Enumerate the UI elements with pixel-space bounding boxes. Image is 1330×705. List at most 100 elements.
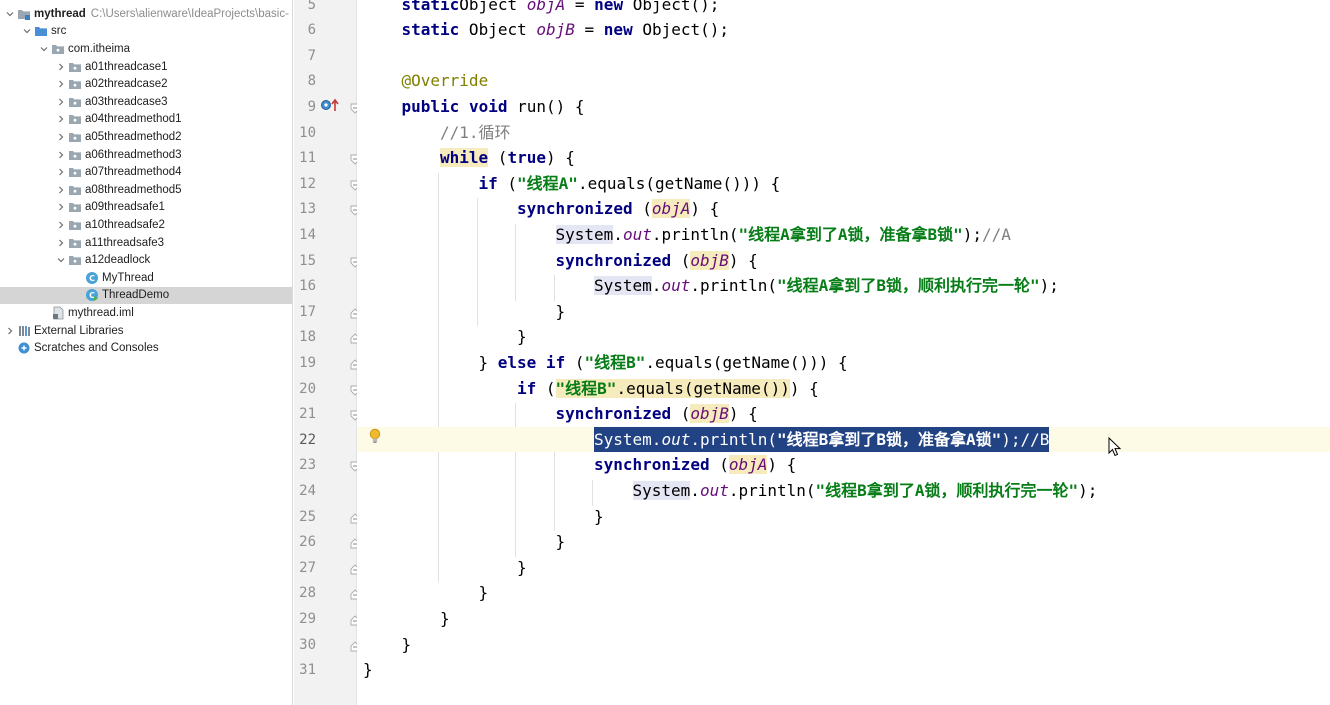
tree-item-a04threadmethod1[interactable]: a04threadmethod1 — [0, 111, 292, 129]
code-line-7[interactable] — [357, 43, 1330, 69]
line-number[interactable]: 8 — [294, 71, 316, 91]
tree-item-a08threadmethod5[interactable]: a08threadmethod5 — [0, 181, 292, 199]
tree-item-a02threadcase2[interactable]: a02threadcase2 — [0, 75, 292, 93]
code-line-6[interactable]: static Object objB = new Object(); — [357, 17, 1330, 43]
code-line-23[interactable]: synchronized (objA) { — [357, 452, 1330, 478]
line-number[interactable]: 12 — [294, 174, 316, 194]
line-number[interactable]: 22 — [294, 430, 316, 450]
tree-item-a10threadsafe2[interactable]: a10threadsafe2 — [0, 216, 292, 234]
code-line-19[interactable]: } else if ("线程B".equals(getName())) { — [357, 350, 1330, 376]
code-line-11[interactable]: while (true) { — [357, 145, 1330, 171]
code-line-21[interactable]: synchronized (objB) { — [357, 401, 1330, 427]
tree-item-a11threadsafe3[interactable]: a11threadsafe3 — [0, 234, 292, 252]
tree-item-a09threadsafe1[interactable]: a09threadsafe1 — [0, 199, 292, 217]
tree-item-a03threadcase3[interactable]: a03threadcase3 — [0, 93, 292, 111]
chevron-right-icon[interactable] — [54, 60, 68, 74]
code-line-22[interactable]: System.out.println("线程B拿到了B锁，准备拿A锁");//B — [357, 426, 1330, 453]
code-line-29[interactable]: } — [357, 606, 1330, 632]
line-number[interactable]: 27 — [294, 558, 316, 578]
code-line-31[interactable]: } — [357, 657, 1330, 683]
override-run-icon[interactable] — [320, 97, 340, 113]
line-number[interactable]: 5 — [294, 0, 316, 15]
line-number[interactable]: 26 — [294, 532, 316, 552]
code-line-27[interactable]: } — [357, 555, 1330, 581]
line-number[interactable]: 21 — [294, 404, 316, 424]
code-token: Object — [459, 20, 537, 40]
code-line-20[interactable]: if ("线程B".equals(getName())) { — [357, 376, 1330, 402]
tree-item-external-libraries[interactable]: External Libraries — [0, 322, 292, 340]
chevron-right-icon[interactable] — [54, 218, 68, 232]
line-number[interactable]: 9 — [294, 97, 316, 117]
chevron-right-icon[interactable] — [54, 236, 68, 250]
line-number[interactable]: 23 — [294, 455, 316, 475]
chevron-down-icon[interactable] — [3, 7, 17, 21]
code-line-28[interactable]: } — [357, 580, 1330, 606]
chevron-right-icon[interactable] — [54, 183, 68, 197]
line-number[interactable]: 6 — [294, 20, 316, 40]
tree-item-a12deadlock[interactable]: a12deadlock — [0, 251, 292, 269]
line-number[interactable]: 18 — [294, 327, 316, 347]
code-line-14[interactable]: System.out.println("线程A拿到了A锁，准备拿B锁");//A — [357, 222, 1330, 248]
code-token: new — [594, 0, 624, 14]
tree-item-mythread-iml[interactable]: mythread.iml — [0, 304, 292, 322]
tree-item-a01threadcase1[interactable]: a01threadcase1 — [0, 58, 292, 76]
chevron-right-icon[interactable] — [54, 112, 68, 126]
line-number[interactable]: 20 — [294, 379, 316, 399]
code-text: System.out.println("线程A拿到了A锁，准备拿B锁");//A — [555, 222, 1011, 248]
line-number[interactable]: 19 — [294, 353, 316, 373]
chevron-right-icon[interactable] — [3, 324, 17, 338]
chevron-right-icon[interactable] — [54, 95, 68, 109]
line-number[interactable]: 28 — [294, 583, 316, 603]
code-line-25[interactable]: } — [357, 504, 1330, 530]
line-number[interactable]: 10 — [294, 123, 316, 143]
code-line-17[interactable]: } — [357, 299, 1330, 325]
package-icon — [68, 112, 82, 126]
tree-item-com-itheima[interactable]: com.itheima — [0, 40, 292, 58]
chevron-right-icon[interactable] — [54, 130, 68, 144]
code-line-9[interactable]: public void run() { — [357, 94, 1330, 120]
tree-item-src[interactable]: src — [0, 23, 292, 41]
line-number[interactable]: 25 — [294, 507, 316, 527]
code-line-15[interactable]: synchronized (objB) { — [357, 248, 1330, 274]
code-line-8[interactable]: @Override — [357, 68, 1330, 94]
line-number[interactable]: 7 — [294, 46, 316, 66]
line-number[interactable]: 15 — [294, 251, 316, 271]
code-token: } — [555, 301, 566, 321]
line-number[interactable]: 13 — [294, 199, 316, 219]
code-line-10[interactable]: //1.循环 — [357, 120, 1330, 146]
tree-item-threaddemo[interactable]: C ThreadDemo — [0, 286, 292, 305]
chevron-right-icon[interactable] — [54, 200, 68, 214]
code-line-5[interactable]: staticObject objA = new Object(); — [357, 0, 1330, 17]
code-editor[interactable]: staticObject objA = new Object(); static … — [357, 0, 1330, 705]
code-token: //1.循环 — [440, 122, 511, 142]
line-number[interactable]: 30 — [294, 635, 316, 655]
chevron-right-icon[interactable] — [54, 77, 68, 91]
line-number[interactable]: 11 — [294, 148, 316, 168]
code-token: out — [661, 276, 691, 296]
code-line-12[interactable]: if ("线程A".equals(getName())) { — [357, 171, 1330, 197]
line-number[interactable]: 29 — [294, 609, 316, 629]
code-line-13[interactable]: synchronized (objA) { — [357, 196, 1330, 222]
code-line-30[interactable]: } — [357, 632, 1330, 658]
line-number[interactable]: 17 — [294, 302, 316, 322]
chevron-down-icon[interactable] — [20, 24, 34, 38]
chevron-right-icon[interactable] — [54, 165, 68, 179]
code-line-16[interactable]: System.out.println("线程A拿到了B锁，顺利执行完一轮"); — [357, 273, 1330, 299]
tree-item-mythread[interactable]: C MyThread — [0, 269, 292, 287]
code-line-18[interactable]: } — [357, 324, 1330, 350]
line-number[interactable]: 16 — [294, 276, 316, 296]
chevron-down-icon[interactable] — [54, 253, 68, 267]
line-number[interactable]: 14 — [294, 225, 316, 245]
lightbulb-icon[interactable] — [369, 428, 381, 444]
tree-item-a06threadmethod3[interactable]: a06threadmethod3 — [0, 146, 292, 164]
tree-item-mythread[interactable]: mythread C:\Users\alienware\IdeaProjects\… — [0, 5, 292, 23]
tree-item-scratches-and-consoles[interactable]: Scratches and Consoles — [0, 339, 292, 357]
code-line-24[interactable]: System.out.println("线程B拿到了A锁，顺利执行完一轮"); — [357, 478, 1330, 504]
chevron-right-icon[interactable] — [54, 148, 68, 162]
line-number[interactable]: 24 — [294, 481, 316, 501]
code-line-26[interactable]: } — [357, 529, 1330, 555]
chevron-down-icon[interactable] — [37, 42, 51, 56]
line-number[interactable]: 31 — [294, 660, 316, 680]
tree-item-a07threadmethod4[interactable]: a07threadmethod4 — [0, 163, 292, 181]
tree-item-a05threadmethod2[interactable]: a05threadmethod2 — [0, 128, 292, 146]
